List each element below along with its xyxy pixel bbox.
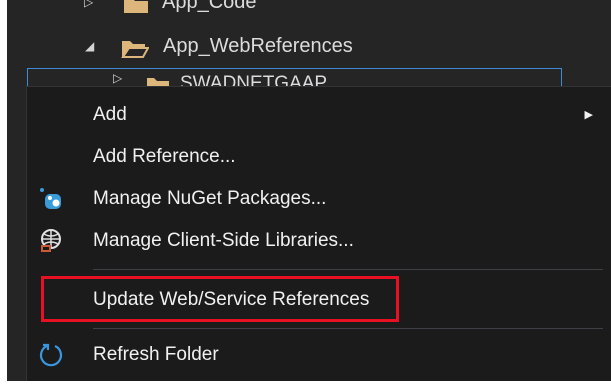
menu-item-label: Manage NuGet Packages... bbox=[93, 188, 327, 209]
menu-item-add-reference[interactable]: Add Reference... bbox=[27, 137, 611, 177]
menu-separator bbox=[93, 269, 603, 270]
background-strip bbox=[0, 381, 611, 390]
collapse-arrow-icon[interactable]: ◢ bbox=[85, 30, 94, 62]
submenu-arrow-icon: ▶ bbox=[584, 109, 593, 121]
tree-item-app-webreferences[interactable]: ◢ App_WebReferences bbox=[7, 30, 611, 62]
menu-item-manage-nuget[interactable]: Manage NuGet Packages... bbox=[27, 179, 611, 219]
menu-item-label: Update Web/Service References bbox=[93, 289, 370, 310]
tree-item-label: App_WebReferences bbox=[163, 35, 353, 57]
open-folder-icon bbox=[121, 36, 150, 68]
tree-item-label: App_Code bbox=[162, 0, 257, 13]
menu-separator bbox=[93, 328, 603, 329]
menu-item-label: Manage Client-Side Libraries... bbox=[93, 230, 354, 251]
client-libraries-icon bbox=[31, 221, 71, 261]
menu-item-manage-client-libraries[interactable]: Manage Client-Side Libraries... bbox=[27, 221, 611, 261]
expand-arrow-icon[interactable]: ▷ bbox=[84, 0, 93, 18]
menu-item-label: Add bbox=[93, 104, 127, 125]
context-menu: Add ▶ Add Reference... Manage NuGet Pack… bbox=[27, 87, 611, 390]
menu-item-refresh-folder[interactable]: Refresh Folder bbox=[27, 335, 611, 375]
tree-item-app-code[interactable]: ▷ App_Code bbox=[7, 0, 611, 18]
expand-arrow-icon[interactable]: ▷ bbox=[113, 71, 122, 85]
menu-item-add[interactable]: Add ▶ bbox=[27, 95, 611, 135]
folder-icon bbox=[123, 0, 149, 24]
menu-item-label: Add Reference... bbox=[93, 146, 236, 167]
menu-item-update-web-service-references[interactable]: Update Web/Service References bbox=[27, 280, 611, 320]
refresh-icon bbox=[31, 335, 71, 375]
nuget-icon bbox=[31, 179, 71, 219]
menu-item-label: Refresh Folder bbox=[93, 344, 219, 365]
